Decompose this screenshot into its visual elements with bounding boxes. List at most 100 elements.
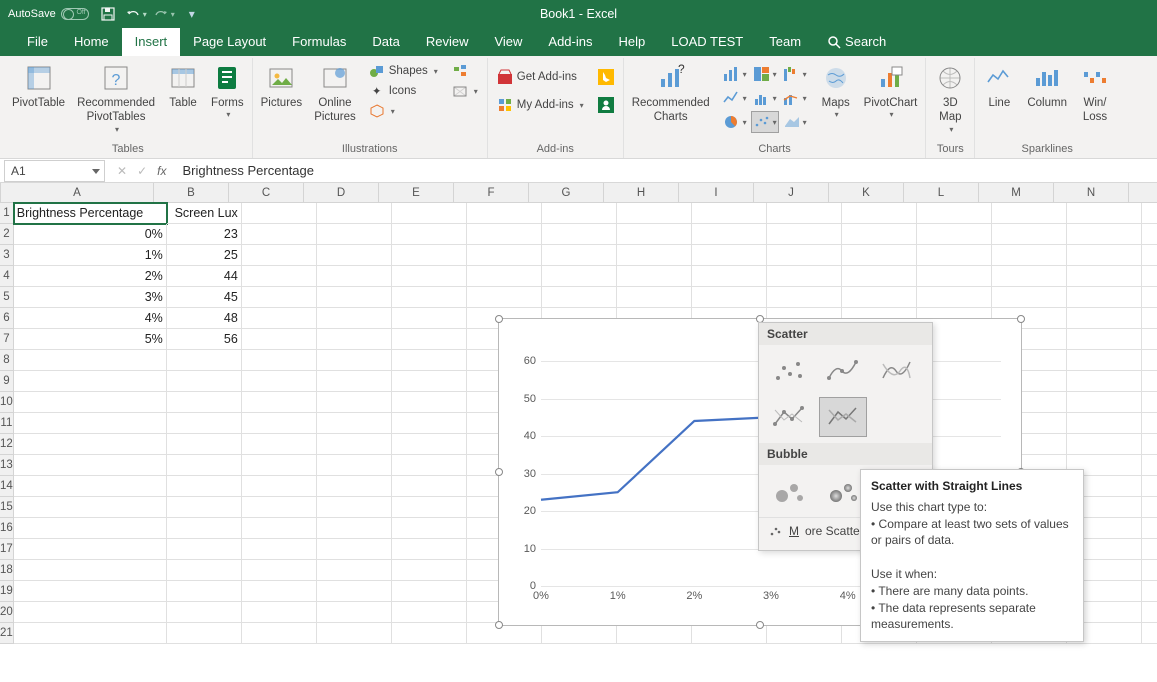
cell-A3[interactable]: 1% bbox=[14, 245, 167, 266]
customize-qat-icon[interactable]: ▾ bbox=[183, 6, 201, 22]
row-header-20[interactable]: 20 bbox=[0, 602, 14, 623]
cell-O13[interactable] bbox=[1142, 455, 1157, 476]
scatter-markers-option[interactable] bbox=[765, 351, 813, 391]
cell-O18[interactable] bbox=[1142, 560, 1157, 581]
redo-icon[interactable]: ▾ bbox=[155, 6, 173, 22]
enter-icon[interactable]: ✓ bbox=[137, 164, 147, 178]
cell-A17[interactable] bbox=[14, 539, 167, 560]
cell-H1[interactable] bbox=[617, 203, 692, 224]
cell-O4[interactable] bbox=[1142, 266, 1157, 287]
cell-A5[interactable]: 3% bbox=[14, 287, 167, 308]
cell-G1[interactable] bbox=[542, 203, 617, 224]
cell-E18[interactable] bbox=[392, 560, 467, 581]
cell-I2[interactable] bbox=[692, 224, 767, 245]
cell-J5[interactable] bbox=[767, 287, 842, 308]
cell-O7[interactable] bbox=[1142, 329, 1157, 350]
cell-A8[interactable] bbox=[14, 350, 167, 371]
row-header-3[interactable]: 3 bbox=[0, 245, 14, 266]
cell-H2[interactable] bbox=[617, 224, 692, 245]
recommended-pivottables-button[interactable]: ?Recommended PivotTables▾ bbox=[73, 60, 159, 137]
cell-A21[interactable] bbox=[14, 623, 167, 644]
cell-H3[interactable] bbox=[617, 245, 692, 266]
cell-B19[interactable] bbox=[167, 581, 242, 602]
cell-A18[interactable] bbox=[14, 560, 167, 581]
row-header-17[interactable]: 17 bbox=[0, 539, 14, 560]
cell-E14[interactable] bbox=[392, 476, 467, 497]
cell-F2[interactable] bbox=[467, 224, 542, 245]
cancel-icon[interactable]: ✕ bbox=[117, 164, 127, 178]
cell-H4[interactable] bbox=[617, 266, 692, 287]
row-header-21[interactable]: 21 bbox=[0, 623, 14, 644]
cell-O15[interactable] bbox=[1142, 497, 1157, 518]
col-header-O[interactable]: O bbox=[1129, 183, 1157, 202]
cell-M3[interactable] bbox=[992, 245, 1067, 266]
cell-J21[interactable] bbox=[767, 623, 842, 644]
cell-B4[interactable]: 44 bbox=[167, 266, 242, 287]
combo-chart-button[interactable]: ▾ bbox=[781, 87, 809, 109]
name-box[interactable]: A1 bbox=[4, 160, 105, 182]
cell-O11[interactable] bbox=[1142, 413, 1157, 434]
tab-review[interactable]: Review bbox=[413, 28, 482, 56]
cell-A20[interactable] bbox=[14, 602, 167, 623]
row-header-2[interactable]: 2 bbox=[0, 224, 14, 245]
cell-G2[interactable] bbox=[542, 224, 617, 245]
scatter-straight-markers-option[interactable] bbox=[765, 397, 813, 437]
cell-E9[interactable] bbox=[392, 371, 467, 392]
sparkline-column-button[interactable]: Column bbox=[1023, 60, 1071, 126]
cell-O20[interactable] bbox=[1142, 602, 1157, 623]
cell-E2[interactable] bbox=[392, 224, 467, 245]
cell-C2[interactable] bbox=[242, 224, 317, 245]
cell-B14[interactable] bbox=[167, 476, 242, 497]
cell-D10[interactable] bbox=[317, 392, 392, 413]
cell-B18[interactable] bbox=[167, 560, 242, 581]
cell-A4[interactable]: 2% bbox=[14, 266, 167, 287]
sparkline-line-button[interactable]: Line bbox=[979, 60, 1019, 126]
cell-A14[interactable] bbox=[14, 476, 167, 497]
cell-B2[interactable]: 23 bbox=[167, 224, 242, 245]
cell-E5[interactable] bbox=[392, 287, 467, 308]
cell-O17[interactable] bbox=[1142, 539, 1157, 560]
cell-E4[interactable] bbox=[392, 266, 467, 287]
sparkline-winloss-button[interactable]: Win/ Loss bbox=[1075, 60, 1115, 127]
cell-L4[interactable] bbox=[917, 266, 992, 287]
cell-M5[interactable] bbox=[992, 287, 1067, 308]
cell-D12[interactable] bbox=[317, 434, 392, 455]
cell-M1[interactable] bbox=[992, 203, 1067, 224]
cell-B8[interactable] bbox=[167, 350, 242, 371]
search-button[interactable]: Search bbox=[814, 28, 899, 56]
cell-D17[interactable] bbox=[317, 539, 392, 560]
cell-N9[interactable] bbox=[1067, 371, 1142, 392]
row-header-9[interactable]: 9 bbox=[0, 371, 14, 392]
cell-C3[interactable] bbox=[242, 245, 317, 266]
cell-N5[interactable] bbox=[1067, 287, 1142, 308]
cell-E10[interactable] bbox=[392, 392, 467, 413]
col-header-A[interactable]: A bbox=[1, 183, 154, 202]
shapes-button[interactable]: Shapes▾ bbox=[366, 62, 441, 80]
cell-E19[interactable] bbox=[392, 581, 467, 602]
row-header-8[interactable]: 8 bbox=[0, 350, 14, 371]
cell-H21[interactable] bbox=[617, 623, 692, 644]
cell-G3[interactable] bbox=[542, 245, 617, 266]
cell-A7[interactable]: 5% bbox=[14, 329, 167, 350]
row-header-1[interactable]: 1 bbox=[0, 203, 14, 224]
cell-O12[interactable] bbox=[1142, 434, 1157, 455]
pivotchart-button[interactable]: PivotChart▾ bbox=[860, 60, 922, 126]
cell-I3[interactable] bbox=[692, 245, 767, 266]
tab-insert[interactable]: Insert bbox=[122, 28, 181, 56]
cell-B21[interactable] bbox=[167, 623, 242, 644]
cell-K1[interactable] bbox=[842, 203, 917, 224]
row-header-5[interactable]: 5 bbox=[0, 287, 14, 308]
line-chart-button[interactable]: ▾ bbox=[721, 87, 749, 109]
screenshot-button[interactable]: ▾ bbox=[449, 82, 481, 100]
cell-O14[interactable] bbox=[1142, 476, 1157, 497]
col-header-B[interactable]: B bbox=[154, 183, 229, 202]
row-header-16[interactable]: 16 bbox=[0, 518, 14, 539]
tab-home[interactable]: Home bbox=[61, 28, 122, 56]
cell-B15[interactable] bbox=[167, 497, 242, 518]
bubble-option[interactable] bbox=[765, 471, 813, 511]
maps-button[interactable]: Maps▾ bbox=[816, 60, 856, 126]
col-header-I[interactable]: I bbox=[679, 183, 754, 202]
tab-view[interactable]: View bbox=[481, 28, 535, 56]
row-header-6[interactable]: 6 bbox=[0, 308, 14, 329]
pictures-button[interactable]: Pictures bbox=[257, 60, 307, 126]
